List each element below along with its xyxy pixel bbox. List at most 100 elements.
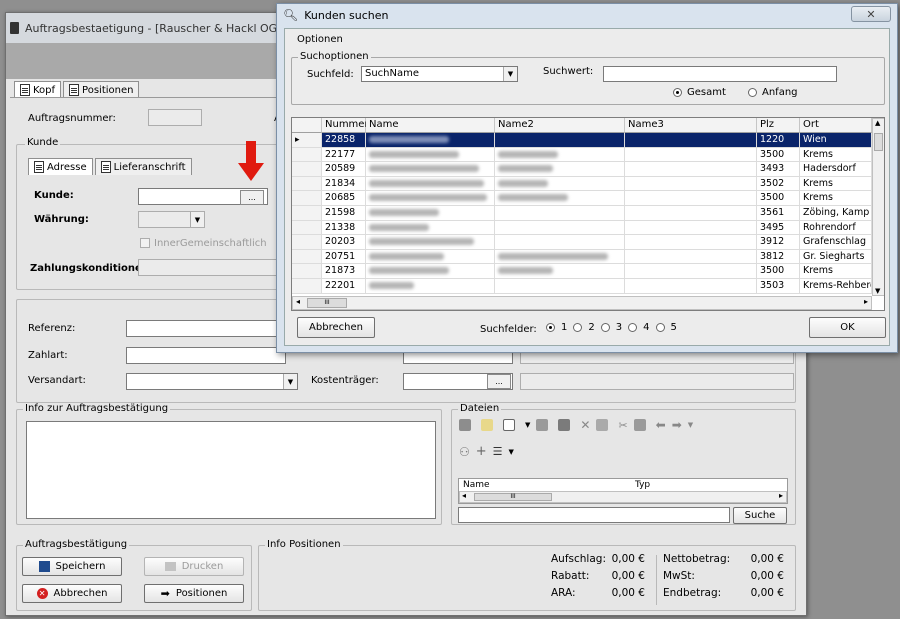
cell-redacted: [625, 147, 757, 163]
tab-positionen[interactable]: Positionen: [63, 81, 140, 98]
kunden-grid[interactable]: Nummer Name Name2 Name3 Plz Ort ▸ 22858 1220 Wie…: [291, 117, 885, 311]
table-row[interactable]: 20203 3912 Grafenschlag: [292, 235, 872, 250]
kunden-suchen-dialog: 🔍︎ Kunden suchen ✕ Optionen Suchoptionen…: [276, 3, 898, 353]
grid-header-name2[interactable]: Name2: [495, 118, 625, 133]
scroll-left-icon[interactable]: ◂: [296, 297, 300, 306]
binoculars-icon[interactable]: ⚇: [459, 445, 470, 459]
cell-plz: 3493: [757, 162, 800, 177]
inner-checkbox[interactable]: [140, 238, 150, 248]
dateien-search-field[interactable]: [458, 507, 730, 523]
dateien-col-name[interactable]: Name: [463, 480, 490, 490]
adresse-icon: [34, 161, 44, 173]
info-textarea[interactable]: [26, 421, 436, 519]
suchwert-input[interactable]: [603, 66, 837, 82]
cell-redacted: [366, 235, 495, 250]
chevron-down-icon[interactable]: ▼: [509, 448, 514, 456]
dateien-list[interactable]: Name Typ ◂ III ▸: [458, 478, 788, 504]
dateien-col-typ[interactable]: Typ: [635, 480, 650, 490]
suche-button[interactable]: Suche: [733, 507, 787, 524]
scanner-icon[interactable]: [536, 419, 549, 431]
suchfelder-radio-1[interactable]: [546, 323, 555, 332]
cell-plz: 3912: [757, 235, 800, 250]
row-indicator: [292, 147, 322, 163]
tab-adresse[interactable]: Adresse: [28, 158, 93, 175]
arrow-left-icon[interactable]: ⬅: [656, 418, 666, 432]
zahlart-field[interactable]: [126, 347, 286, 364]
table-row[interactable]: 21834 3502 Krems: [292, 176, 872, 192]
grid-header-name[interactable]: Name: [366, 118, 495, 133]
optionen-tab[interactable]: Optionen: [297, 34, 343, 45]
main-tabs: Kopf Positionen: [14, 81, 140, 98]
save-icon[interactable]: [558, 419, 571, 431]
hand-icon[interactable]: [459, 419, 471, 431]
add-icon[interactable]: +: [476, 444, 487, 459]
table-row[interactable]: 20751 3812 Gr. Siegharts: [292, 249, 872, 265]
waehrung-select[interactable]: ▼: [138, 211, 205, 228]
suchfelder-radio-3[interactable]: [600, 323, 610, 332]
abbrechen-button[interactable]: ✕ Abbrechen: [22, 584, 122, 603]
table-row[interactable]: 22177 3500 Krems: [292, 147, 872, 163]
table-row[interactable]: ▸ 22858 1220 Wien: [292, 133, 872, 148]
grid-vscroll-thumb[interactable]: [874, 133, 883, 151]
scroll-right-icon[interactable]: ▸: [864, 297, 868, 306]
dialog-abbrechen-button[interactable]: Abbrechen: [297, 317, 375, 338]
dateien-hscroll[interactable]: ◂ III ▸: [459, 491, 787, 503]
kunde-browse-button[interactable]: ...: [240, 190, 264, 205]
new-file-icon[interactable]: [503, 419, 515, 431]
suchfelder-radio-5[interactable]: [655, 323, 665, 332]
scroll-up-icon[interactable]: ▲: [875, 119, 880, 127]
copy-icon[interactable]: [596, 419, 609, 431]
cell-redacted: [625, 176, 757, 192]
grid-header-ort[interactable]: Ort: [800, 118, 872, 133]
cell-redacted: [495, 235, 625, 250]
grid-vscroll[interactable]: ▲ ▼: [872, 118, 884, 296]
grid-hscroll[interactable]: ◂ III ▸: [292, 296, 872, 310]
ok-button[interactable]: OK: [809, 317, 886, 338]
tab-lieferanschrift[interactable]: Lieferanschrift: [94, 158, 192, 175]
table-row[interactable]: 20685 3500 Krems: [292, 191, 872, 206]
auftragsnummer-field[interactable]: [148, 109, 202, 126]
redacted-text: [498, 252, 608, 260]
scroll-down-icon[interactable]: ▼: [875, 287, 880, 295]
chevron-down-icon: ▼: [283, 374, 297, 389]
drucken-button[interactable]: Drucken: [144, 557, 244, 576]
arrow-right-icon[interactable]: ➡: [672, 418, 682, 432]
close-button[interactable]: ✕: [851, 6, 891, 22]
positionen-icon: [69, 84, 80, 96]
zahlungskond-field[interactable]: [138, 259, 278, 276]
cell-redacted: [495, 191, 625, 206]
suchfeld-select[interactable]: SuchName ▼: [361, 66, 518, 82]
paste-icon[interactable]: [633, 419, 646, 431]
speichern-button[interactable]: Speichern: [22, 557, 122, 576]
folder-icon[interactable]: [481, 419, 493, 431]
suchfelder-label: Suchfelder:: [480, 324, 537, 335]
delete-icon[interactable]: ✕: [580, 418, 590, 432]
scroll-right-icon[interactable]: ▸: [779, 491, 783, 500]
grid-hscroll-thumb[interactable]: III: [307, 298, 347, 308]
tab-kopf[interactable]: Kopf: [14, 81, 62, 98]
grid-header-nummer[interactable]: Nummer: [322, 118, 369, 133]
cell-redacted: [366, 279, 495, 294]
table-row[interactable]: 21598 3561 Zöbing, Kamp: [292, 206, 872, 221]
radio-anfang[interactable]: Anfang: [748, 87, 798, 98]
scroll-left-icon[interactable]: ◂: [462, 491, 466, 500]
dateien-scroll-thumb[interactable]: III: [474, 493, 552, 501]
table-row[interactable]: 20589 3493 Hadersdorf: [292, 162, 872, 177]
radio-gesamt[interactable]: Gesamt: [673, 87, 726, 98]
kostentraeger-browse-button[interactable]: ...: [487, 374, 511, 389]
cell-ort: Krems: [800, 147, 872, 163]
table-row[interactable]: 22201 3503 Krems-Rehberg: [292, 279, 872, 294]
list-view-icon[interactable]: ☰: [493, 445, 503, 458]
suchfelder-radio-4[interactable]: [628, 323, 638, 332]
chevron-down-icon[interactable]: ▼: [525, 421, 530, 429]
suchfelder-radio-2[interactable]: [573, 323, 583, 332]
referenz-field[interactable]: [126, 320, 286, 337]
grid-header-name3[interactable]: Name3: [625, 118, 757, 133]
table-row[interactable]: 21338 3495 Rohrendorf: [292, 220, 872, 236]
chevron-down-icon[interactable]: ▼: [688, 421, 693, 429]
positionen-button[interactable]: ➡ Positionen: [144, 584, 244, 603]
grid-header-plz[interactable]: Plz: [757, 118, 800, 133]
cut-icon[interactable]: ✂: [618, 419, 627, 432]
versandart-select[interactable]: ▼: [126, 373, 298, 390]
table-row[interactable]: 21873 3500 Krems: [292, 264, 872, 279]
